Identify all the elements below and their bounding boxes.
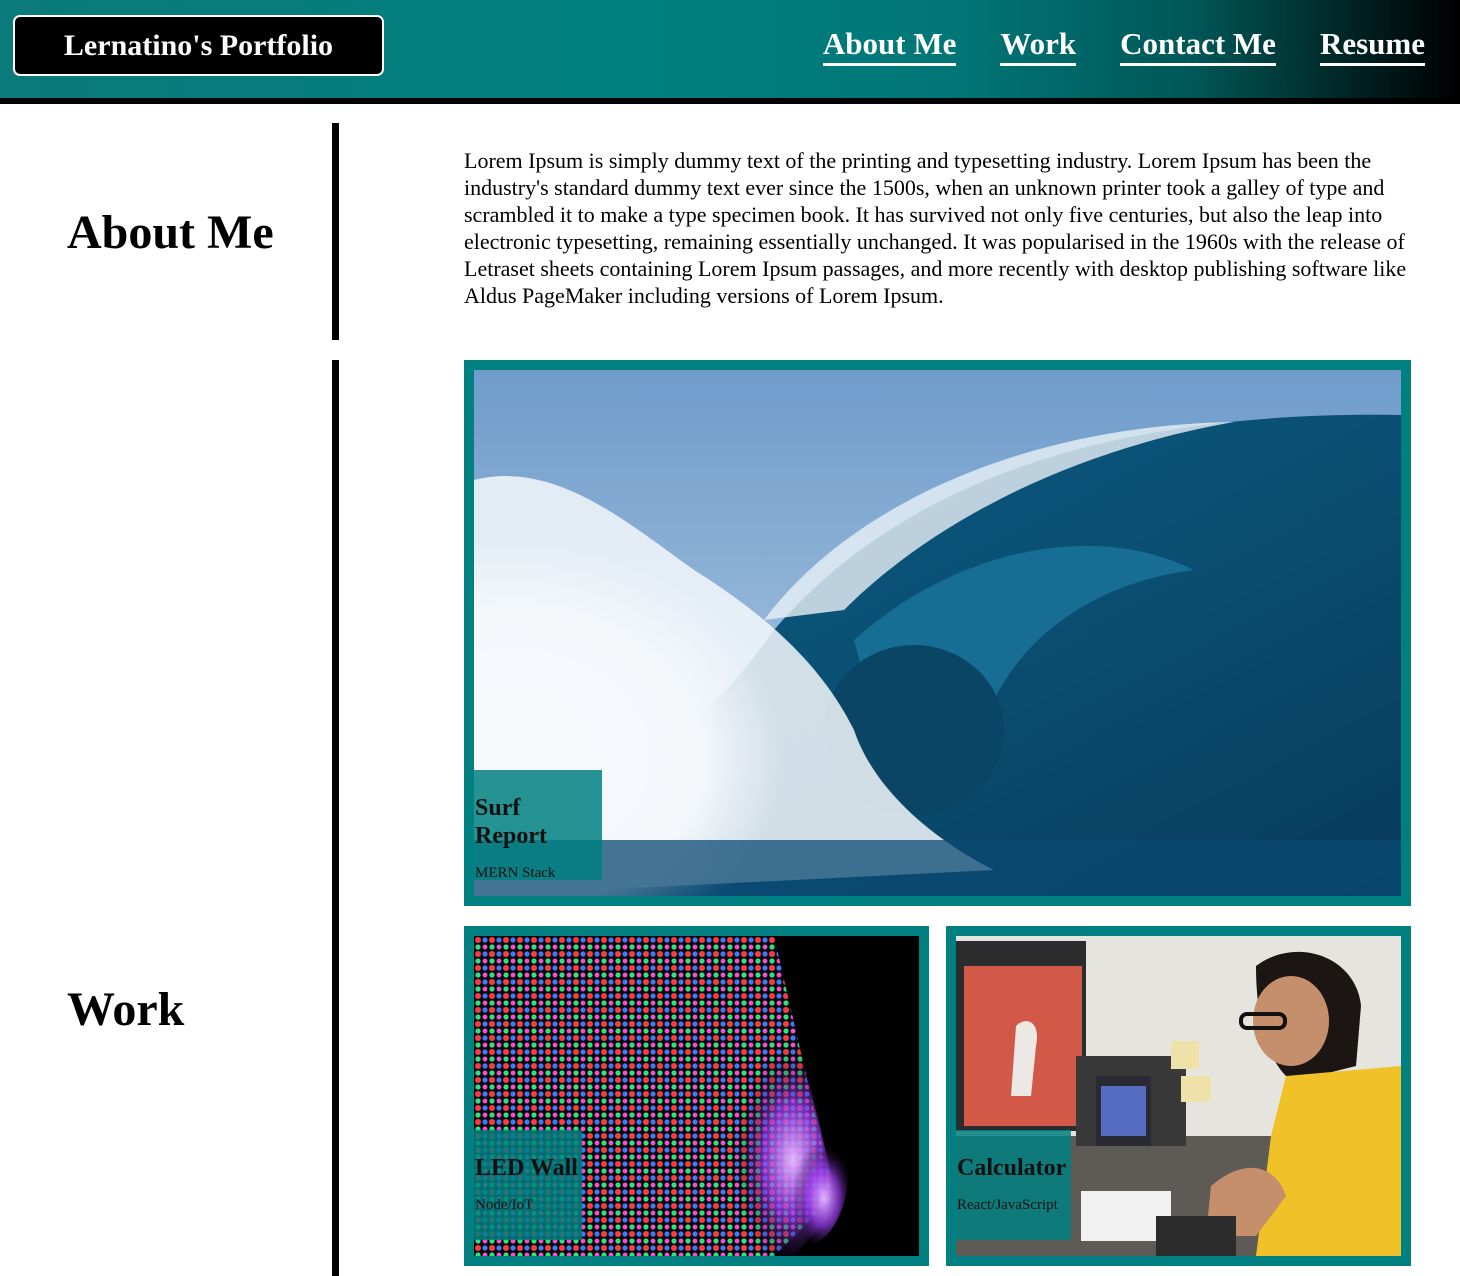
project-stack: MERN Stack — [475, 865, 556, 881]
nav-link-resume[interactable]: Resume — [1319, 26, 1425, 66]
project-stack: Node/IoT — [475, 1197, 534, 1213]
project-caption-led-wall: LED Wall Node/IoT — [474, 1130, 582, 1240]
project-card-led-wall[interactable]: LED Wall Node/IoT — [464, 926, 929, 1266]
nav-link-work[interactable]: Work — [1000, 26, 1077, 66]
designer-workspace-image: Calculator React/JavaScript — [956, 936, 1401, 1256]
work-divider — [332, 360, 339, 1276]
led-wall-image: LED Wall Node/IoT — [474, 936, 919, 1256]
wave-image: Surf Report MERN Stack — [474, 370, 1401, 896]
main-nav: About Me Work Contact Me Resume — [822, 26, 1425, 66]
project-caption-surf-report: Surf Report MERN Stack — [474, 770, 602, 881]
project-title: LED Wall — [475, 1155, 578, 1181]
nav-link-about-me[interactable]: About Me — [822, 26, 957, 66]
project-card-surf-report[interactable]: Surf Report MERN Stack — [464, 360, 1411, 906]
about-paragraph: Lorem Ipsum is simply dummy text of the … — [464, 148, 1407, 308]
about-divider — [332, 123, 339, 340]
about-heading: About Me — [67, 206, 274, 259]
site-header: Lernatino's Portfolio About Me Work Cont… — [0, 0, 1460, 104]
project-title: Surf Report — [475, 795, 547, 849]
project-title: Calculator — [957, 1155, 1067, 1181]
brand-logo-button[interactable]: Lernatino's Portfolio — [13, 15, 384, 76]
project-caption-calculator: Calculator React/JavaScript — [956, 1130, 1071, 1240]
project-stack: React/JavaScript — [957, 1197, 1058, 1213]
work-heading: Work — [67, 983, 185, 1036]
nav-link-contact-me[interactable]: Contact Me — [1120, 26, 1276, 66]
project-card-calculator[interactable]: Calculator React/JavaScript — [946, 926, 1411, 1266]
